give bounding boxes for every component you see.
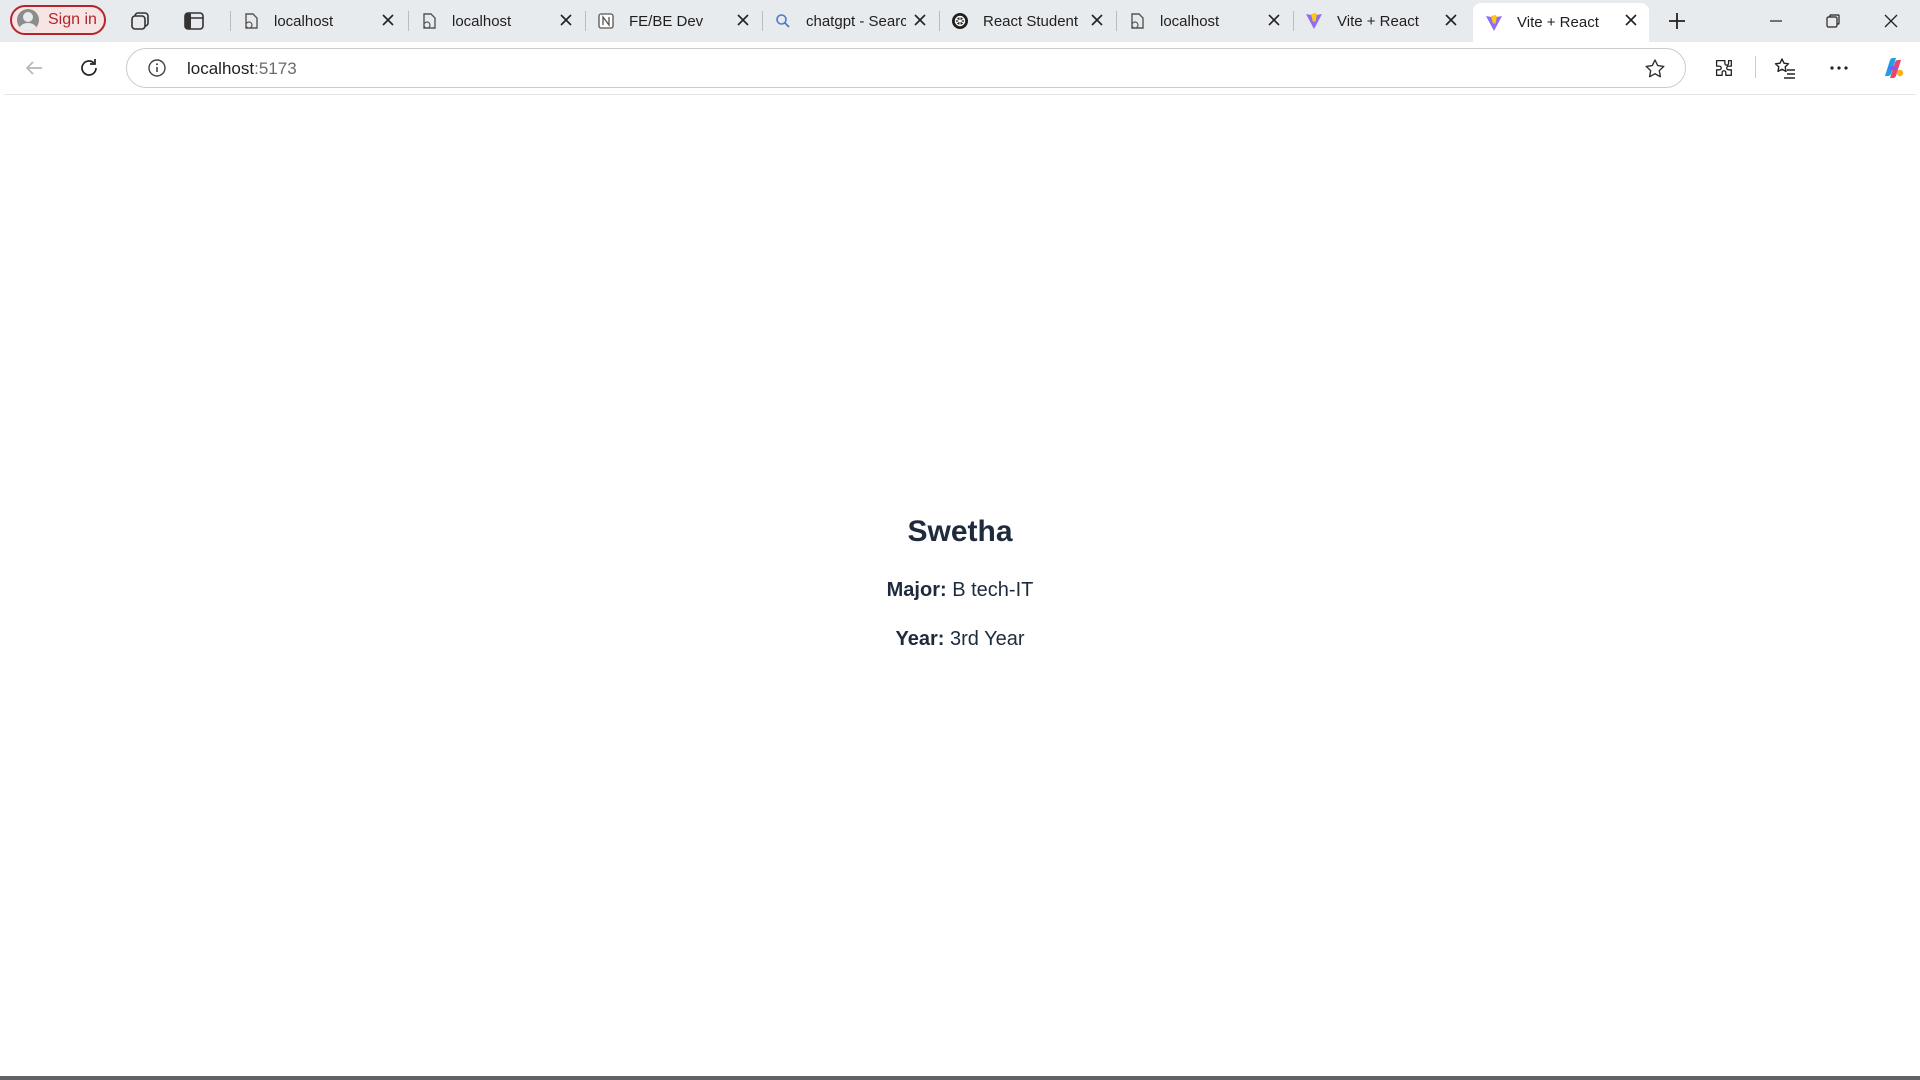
tab-strip: Sign in localhost localhost FE/BE Dev ch… (0, 0, 1920, 42)
url-port: :5173 (254, 59, 297, 78)
major-value: B tech-IT (952, 579, 1034, 601)
tab-separator (939, 11, 940, 31)
openai-icon (951, 12, 969, 30)
tab-separator (1293, 11, 1294, 31)
page-viewport: Swetha Major: B tech-IT Year: 3rd Year (4, 94, 1916, 1077)
major-label: Major: (886, 579, 947, 601)
address-bar[interactable]: localhost:5173 (126, 48, 1686, 88)
tab-title: React Student Management (983, 12, 1083, 30)
window-bottom-edge (0, 1076, 1920, 1080)
close-icon[interactable] (1441, 10, 1461, 30)
sign-in-label: Sign in (48, 11, 97, 28)
vite-icon (1305, 12, 1323, 30)
sign-in-button[interactable]: Sign in (10, 5, 106, 35)
vite-icon (1485, 14, 1503, 32)
search-icon (774, 12, 792, 30)
tab-title: FE/BE Dev (629, 12, 704, 30)
student-name: Swetha (907, 515, 1013, 548)
tab-localhost-3[interactable]: localhost (1116, 0, 1292, 42)
back-button[interactable] (18, 52, 50, 84)
tab-separator (585, 11, 586, 31)
tab-separator (230, 11, 231, 31)
page-icon (242, 12, 260, 30)
tab-localhost-1[interactable]: localhost (230, 0, 406, 42)
favorite-star-icon[interactable] (1643, 57, 1667, 81)
url-text[interactable]: localhost:5173 (187, 59, 297, 79)
tab-fe-be-dev[interactable]: FE/BE Dev (585, 0, 761, 42)
browser-toolbar: localhost:5173 (0, 42, 1920, 94)
workspaces-icon[interactable] (129, 9, 153, 33)
copilot-icon[interactable] (1877, 52, 1909, 84)
tab-title: Vite + React (1337, 12, 1419, 30)
tab-separator (762, 11, 763, 31)
tab-vite-react-1[interactable]: Vite + React (1293, 0, 1469, 42)
close-icon[interactable] (1621, 10, 1641, 30)
tab-separator (408, 11, 409, 31)
avatar (17, 9, 39, 31)
window-close-button[interactable] (1871, 8, 1911, 34)
notion-icon (597, 12, 615, 30)
close-icon[interactable] (910, 10, 930, 30)
close-icon[interactable] (556, 10, 576, 30)
year-label: Year: (895, 628, 945, 650)
tab-chatgpt-search[interactable]: chatgpt - Search (762, 0, 938, 42)
tab-title: chatgpt - Search (806, 12, 906, 30)
info-icon[interactable] (147, 58, 167, 78)
tab-react-student[interactable]: React Student Management (939, 0, 1115, 42)
tab-vite-react-2[interactable]: Vite + React (1473, 3, 1649, 42)
student-card: Swetha Major: B tech-IT Year: 3rd Year (4, 515, 1916, 651)
tab-separator (1116, 11, 1117, 31)
favorites-icon[interactable] (1769, 52, 1801, 84)
page-icon (1128, 12, 1146, 30)
tab-title: localhost (452, 12, 512, 30)
url-host: localhost (187, 59, 255, 78)
student-major: Major: B tech-IT (4, 579, 1916, 602)
extensions-icon[interactable] (1708, 52, 1740, 84)
close-icon[interactable] (733, 10, 753, 30)
minimize-button[interactable] (1756, 8, 1796, 34)
more-options-icon[interactable] (1823, 52, 1855, 84)
close-icon[interactable] (1264, 10, 1284, 30)
year-value: 3rd Year (949, 628, 1025, 650)
student-year: Year: 3rd Year (4, 628, 1916, 651)
tab-title: localhost (1160, 12, 1220, 30)
tab-title: Vite + React (1517, 14, 1599, 31)
close-icon[interactable] (378, 10, 398, 30)
tab-title: localhost (274, 12, 334, 30)
toolbar-divider (1755, 56, 1756, 78)
new-tab-button[interactable] (1664, 8, 1690, 34)
restore-button[interactable] (1813, 8, 1853, 34)
page-icon (420, 12, 438, 30)
reload-button[interactable] (73, 52, 105, 84)
tab-localhost-2[interactable]: localhost (408, 0, 584, 42)
vertical-tabs-icon[interactable] (182, 9, 206, 33)
close-icon[interactable] (1087, 10, 1107, 30)
